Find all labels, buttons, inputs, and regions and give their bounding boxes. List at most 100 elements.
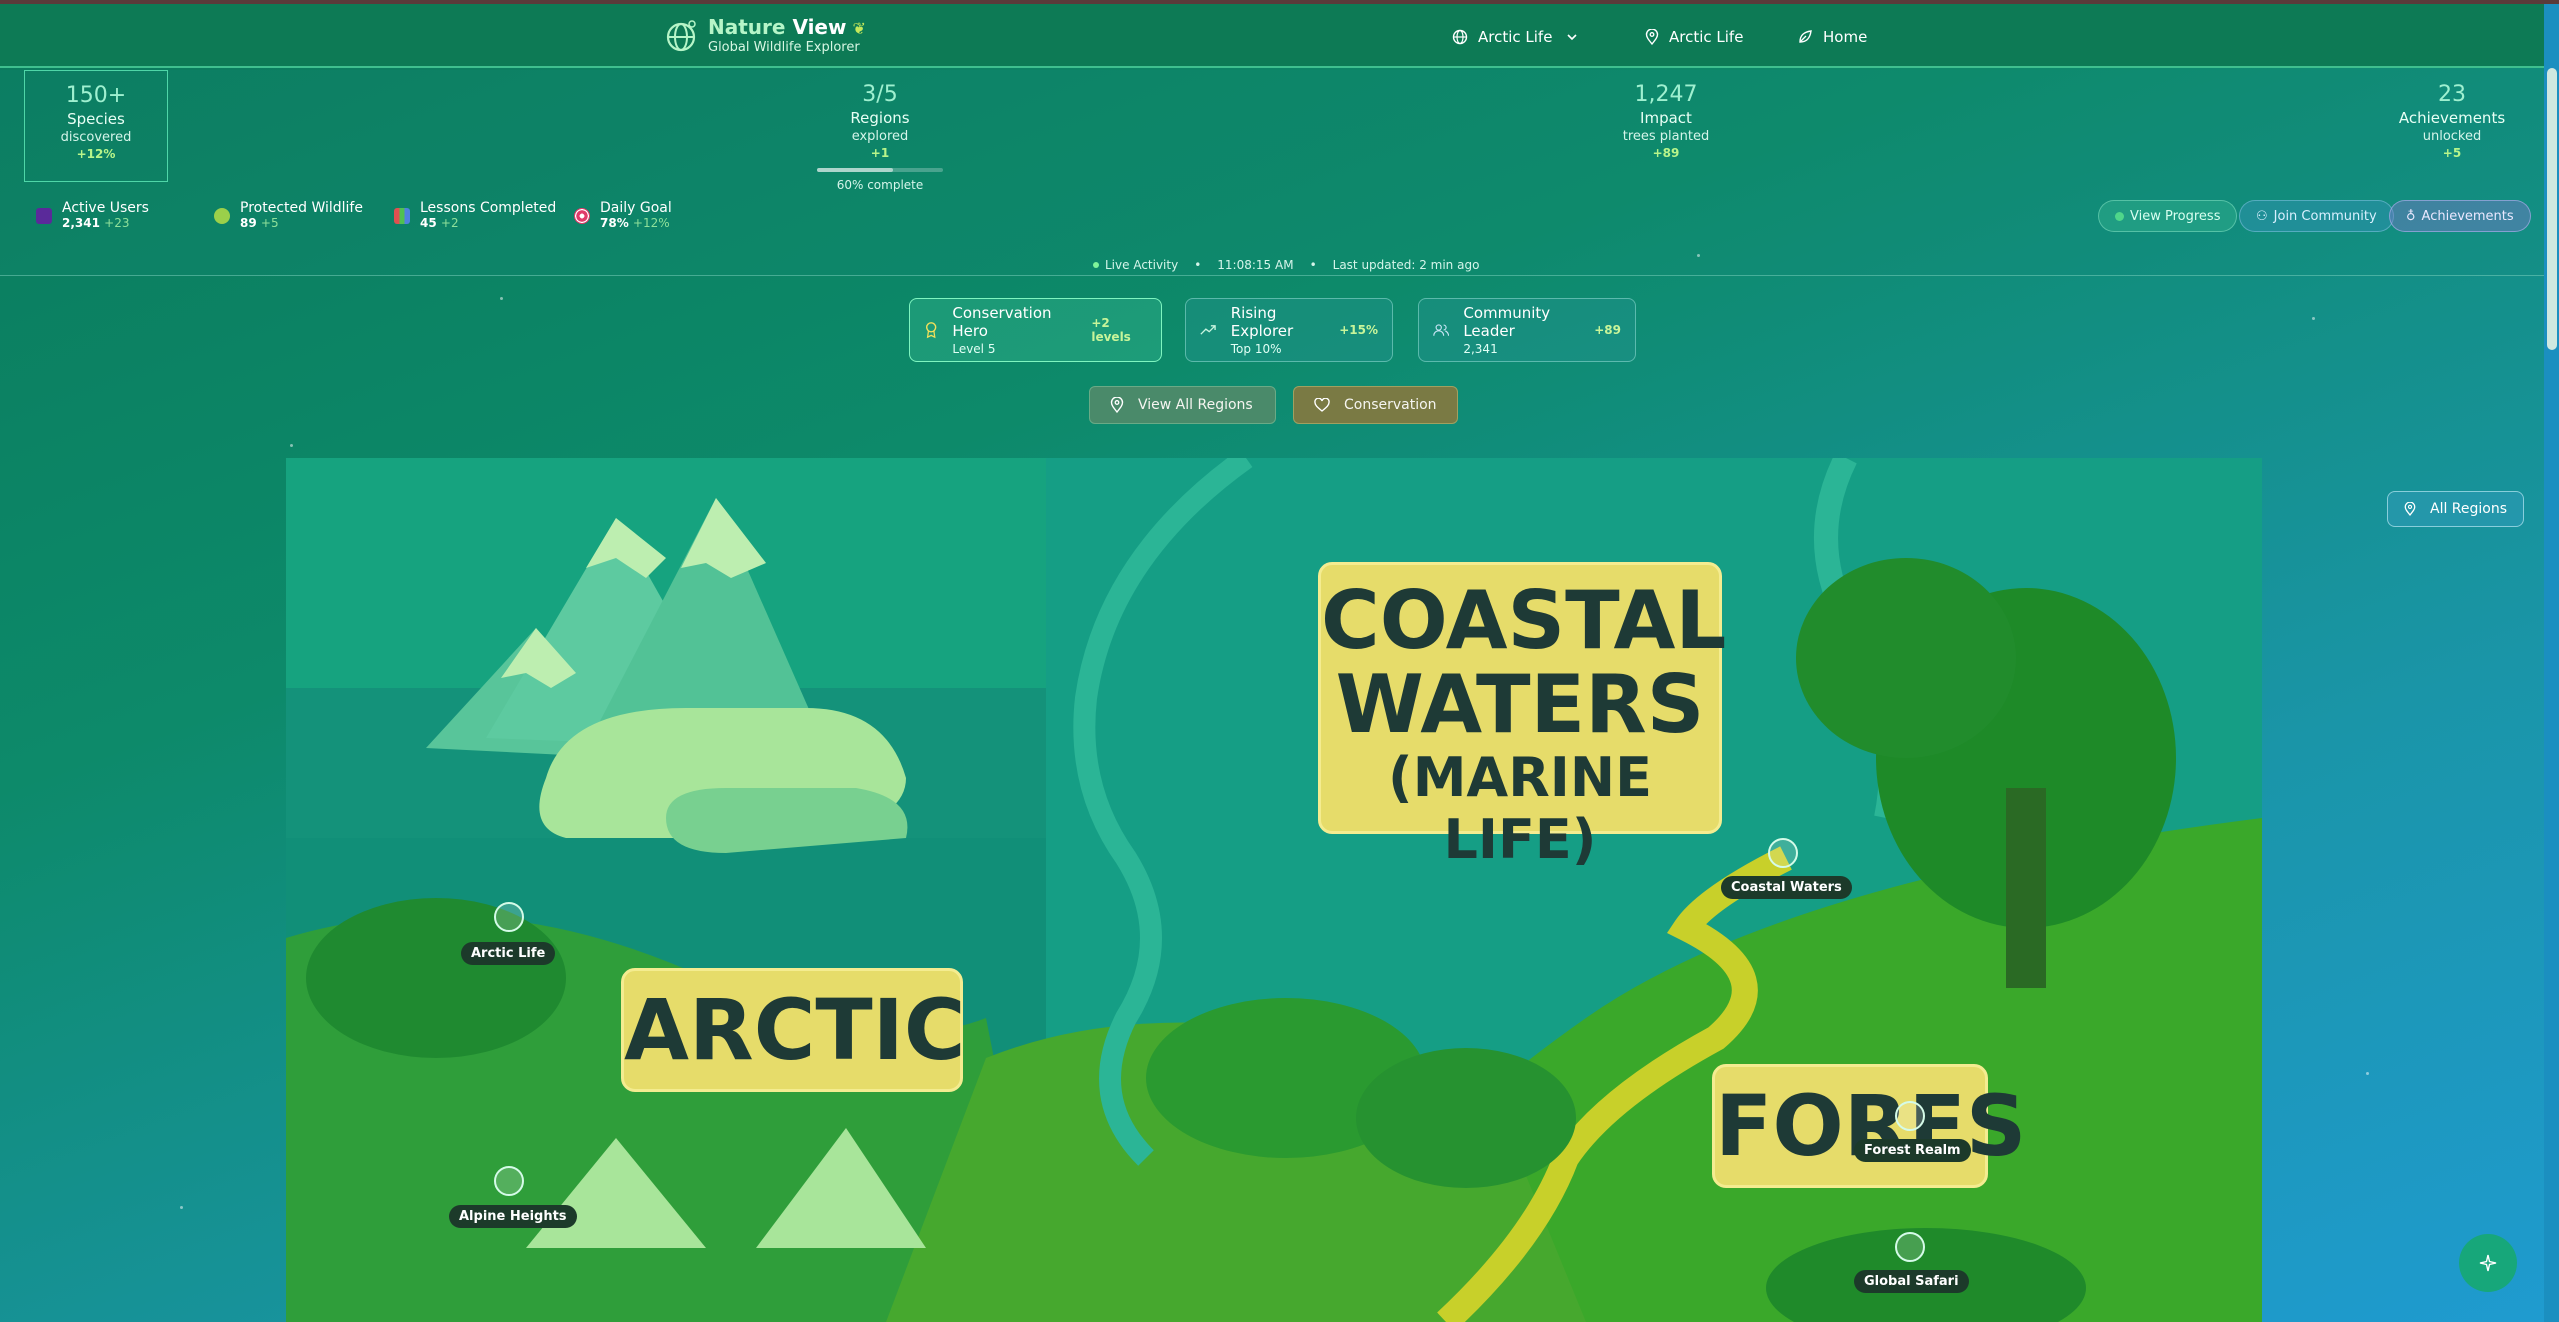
last-updated: Last updated: 2 min ago bbox=[1332, 258, 1480, 272]
mini-stat-delta: +23 bbox=[104, 216, 130, 230]
brand-subtitle: Global Wildlife Explorer bbox=[708, 40, 860, 55]
achievement-delta: +2 levels bbox=[1091, 316, 1131, 344]
marker-global-safari[interactable] bbox=[1895, 1232, 1925, 1262]
users-icon: ⚇ bbox=[2256, 208, 2268, 224]
marker-label-alpine-heights[interactable]: Alpine Heights bbox=[449, 1205, 577, 1228]
stat-regions[interactable]: 3/5 Regions explored +1 60% complete bbox=[800, 82, 960, 192]
stat-delta: +89 bbox=[1652, 146, 1680, 160]
achievements-button[interactable]: ♁ Achievements bbox=[2389, 200, 2531, 232]
conservation-label: Conservation bbox=[1344, 397, 1437, 413]
achievement-delta: +15% bbox=[1339, 323, 1378, 337]
region-dropdown[interactable]: Arctic Life bbox=[1452, 28, 1578, 46]
leaf-icon: ❦ bbox=[852, 19, 866, 38]
stat-value: 23 bbox=[2438, 82, 2466, 107]
stat-value: 1,247 bbox=[1634, 82, 1698, 107]
scrollbar-thumb[interactable] bbox=[2547, 68, 2557, 350]
map-pin-icon bbox=[1645, 29, 1659, 45]
mini-stat-label: Lessons Completed bbox=[420, 200, 557, 216]
marker-arctic-life[interactable] bbox=[494, 902, 524, 932]
stat-label: Impact bbox=[1640, 109, 1692, 127]
nav-home[interactable]: Home bbox=[1797, 28, 1867, 46]
marker-alpine-heights[interactable] bbox=[494, 1166, 524, 1196]
stat-sub: discovered bbox=[60, 130, 132, 145]
stat-delta: +1 bbox=[870, 146, 890, 160]
live-time: 11:08:15 AM bbox=[1217, 258, 1294, 272]
marker-forest-realm[interactable] bbox=[1895, 1101, 1925, 1131]
mini-stat-value: 78% bbox=[600, 216, 629, 230]
conservation-button[interactable]: Conservation bbox=[1293, 386, 1458, 424]
mini-stat-label: Active Users bbox=[62, 200, 149, 216]
navbar: Nature View ❦ Global Wildlife Explorer Ar… bbox=[0, 4, 2544, 68]
sparkle-dot bbox=[500, 297, 503, 300]
achievement-sub: 2,341 bbox=[1463, 342, 1498, 356]
marker-label-global-safari[interactable]: Global Safari bbox=[1854, 1270, 1969, 1293]
globe-logo-icon bbox=[666, 20, 696, 52]
sparkle-dot bbox=[290, 444, 293, 447]
marker-coastal-waters[interactable] bbox=[1768, 838, 1798, 868]
trending-up-icon bbox=[1200, 325, 1216, 335]
achievement-sub: Level 5 bbox=[952, 342, 996, 356]
achievement-rising-explorer[interactable]: Rising Explorer Top 10% +15% bbox=[1185, 298, 1393, 362]
leaf-home-icon bbox=[1799, 30, 1812, 43]
mini-stat-label: Protected Wildlife bbox=[240, 200, 363, 216]
achievement-conservation-hero[interactable]: Conservation Hero Level 5 +2 levels bbox=[909, 298, 1162, 362]
sprout-icon bbox=[214, 208, 230, 224]
region-dropdown-label: Arctic Life bbox=[1478, 28, 1553, 46]
award-icon bbox=[925, 322, 937, 339]
brand-title: Nature View ❦ bbox=[708, 15, 866, 39]
nav-location-label: Arctic Life bbox=[1669, 28, 1744, 46]
stat-sub: trees planted bbox=[1622, 129, 1710, 144]
stat-species[interactable]: 150+ Species discovered +12% bbox=[24, 70, 168, 182]
achievement-sub: Top 10% bbox=[1230, 342, 1282, 356]
sparkle-dot bbox=[2366, 1072, 2369, 1075]
view-progress-button[interactable]: View Progress bbox=[2098, 200, 2238, 232]
users-icon bbox=[1433, 324, 1450, 336]
mini-stat-value: 89 bbox=[240, 216, 257, 230]
view-all-regions-button[interactable]: View All Regions bbox=[1089, 386, 1276, 424]
achievement-community-leader[interactable]: Community Leader 2,341 +89 bbox=[1418, 298, 1636, 362]
stat-achievements[interactable]: 23 Achievements unlocked +5 bbox=[2372, 82, 2532, 160]
all-regions-button[interactable]: All Regions bbox=[2387, 491, 2525, 527]
join-community-label: Join Community bbox=[2273, 208, 2377, 224]
live-activity-row: Live Activity • 11:08:15 AM • Last updat… bbox=[1093, 258, 1479, 272]
stat-value: 3/5 bbox=[862, 82, 898, 107]
stat-label: Species bbox=[67, 110, 125, 128]
all-regions-label: All Regions bbox=[2430, 501, 2508, 517]
brand[interactable]: Nature View ❦ Global Wildlife Explorer bbox=[664, 16, 866, 56]
region-map[interactable]: COASTAL WATERS (MARINE LIFE) ARCTIC FORE… bbox=[286, 458, 2262, 1322]
sparkle-fab-button[interactable] bbox=[2459, 1234, 2517, 1292]
stat-sub: unlocked bbox=[2422, 129, 2482, 144]
sign-coastal-line1: COASTAL bbox=[1321, 574, 1727, 667]
heart-icon bbox=[1314, 398, 1330, 412]
target-icon bbox=[574, 208, 590, 224]
chevron-down-icon bbox=[1567, 34, 1578, 41]
books-icon bbox=[394, 208, 410, 224]
sparkles-icon bbox=[2479, 1254, 2497, 1272]
live-dot-icon bbox=[1093, 262, 1099, 268]
achievement-title: Conservation Hero bbox=[952, 304, 1052, 340]
map-pin-icon bbox=[2404, 502, 2416, 516]
mini-stat-lessons: Lessons Completed 45 +2 bbox=[394, 200, 556, 230]
sparkle-dot bbox=[2312, 317, 2315, 320]
marker-label-coastal-waters[interactable]: Coastal Waters bbox=[1721, 876, 1852, 899]
achievements-label: Achievements bbox=[2421, 208, 2514, 224]
mini-stat-delta: +5 bbox=[260, 216, 279, 230]
stat-impact[interactable]: 1,247 Impact trees planted +89 bbox=[1586, 82, 1746, 160]
sign-forest: FORES bbox=[1712, 1064, 2026, 1188]
stat-value: 150+ bbox=[65, 83, 127, 108]
mini-stat-value: 45 bbox=[420, 216, 437, 230]
view-all-regions-label: View All Regions bbox=[1138, 397, 1253, 413]
regions-progress-bar bbox=[817, 168, 943, 172]
globe-icon bbox=[1452, 29, 1468, 45]
marker-label-forest-realm[interactable]: Forest Realm bbox=[1854, 1139, 1971, 1162]
live-label: Live Activity bbox=[1105, 258, 1179, 272]
sparkle-dot bbox=[1697, 254, 1700, 257]
mini-stat-value: 2,341 bbox=[62, 216, 100, 230]
stats-panel: 150+ Species discovered +12% 3/5 Regions… bbox=[0, 70, 2544, 276]
stat-sub: explored bbox=[851, 129, 909, 144]
nav-location[interactable]: Arctic Life bbox=[1645, 28, 1743, 46]
marker-label-arctic-life[interactable]: Arctic Life bbox=[461, 942, 556, 965]
join-community-button[interactable]: ⚇ Join Community bbox=[2239, 200, 2394, 232]
mini-stat-daily-goal: Daily Goal 78% +12% bbox=[574, 200, 672, 230]
stat-label: Regions bbox=[850, 109, 910, 127]
